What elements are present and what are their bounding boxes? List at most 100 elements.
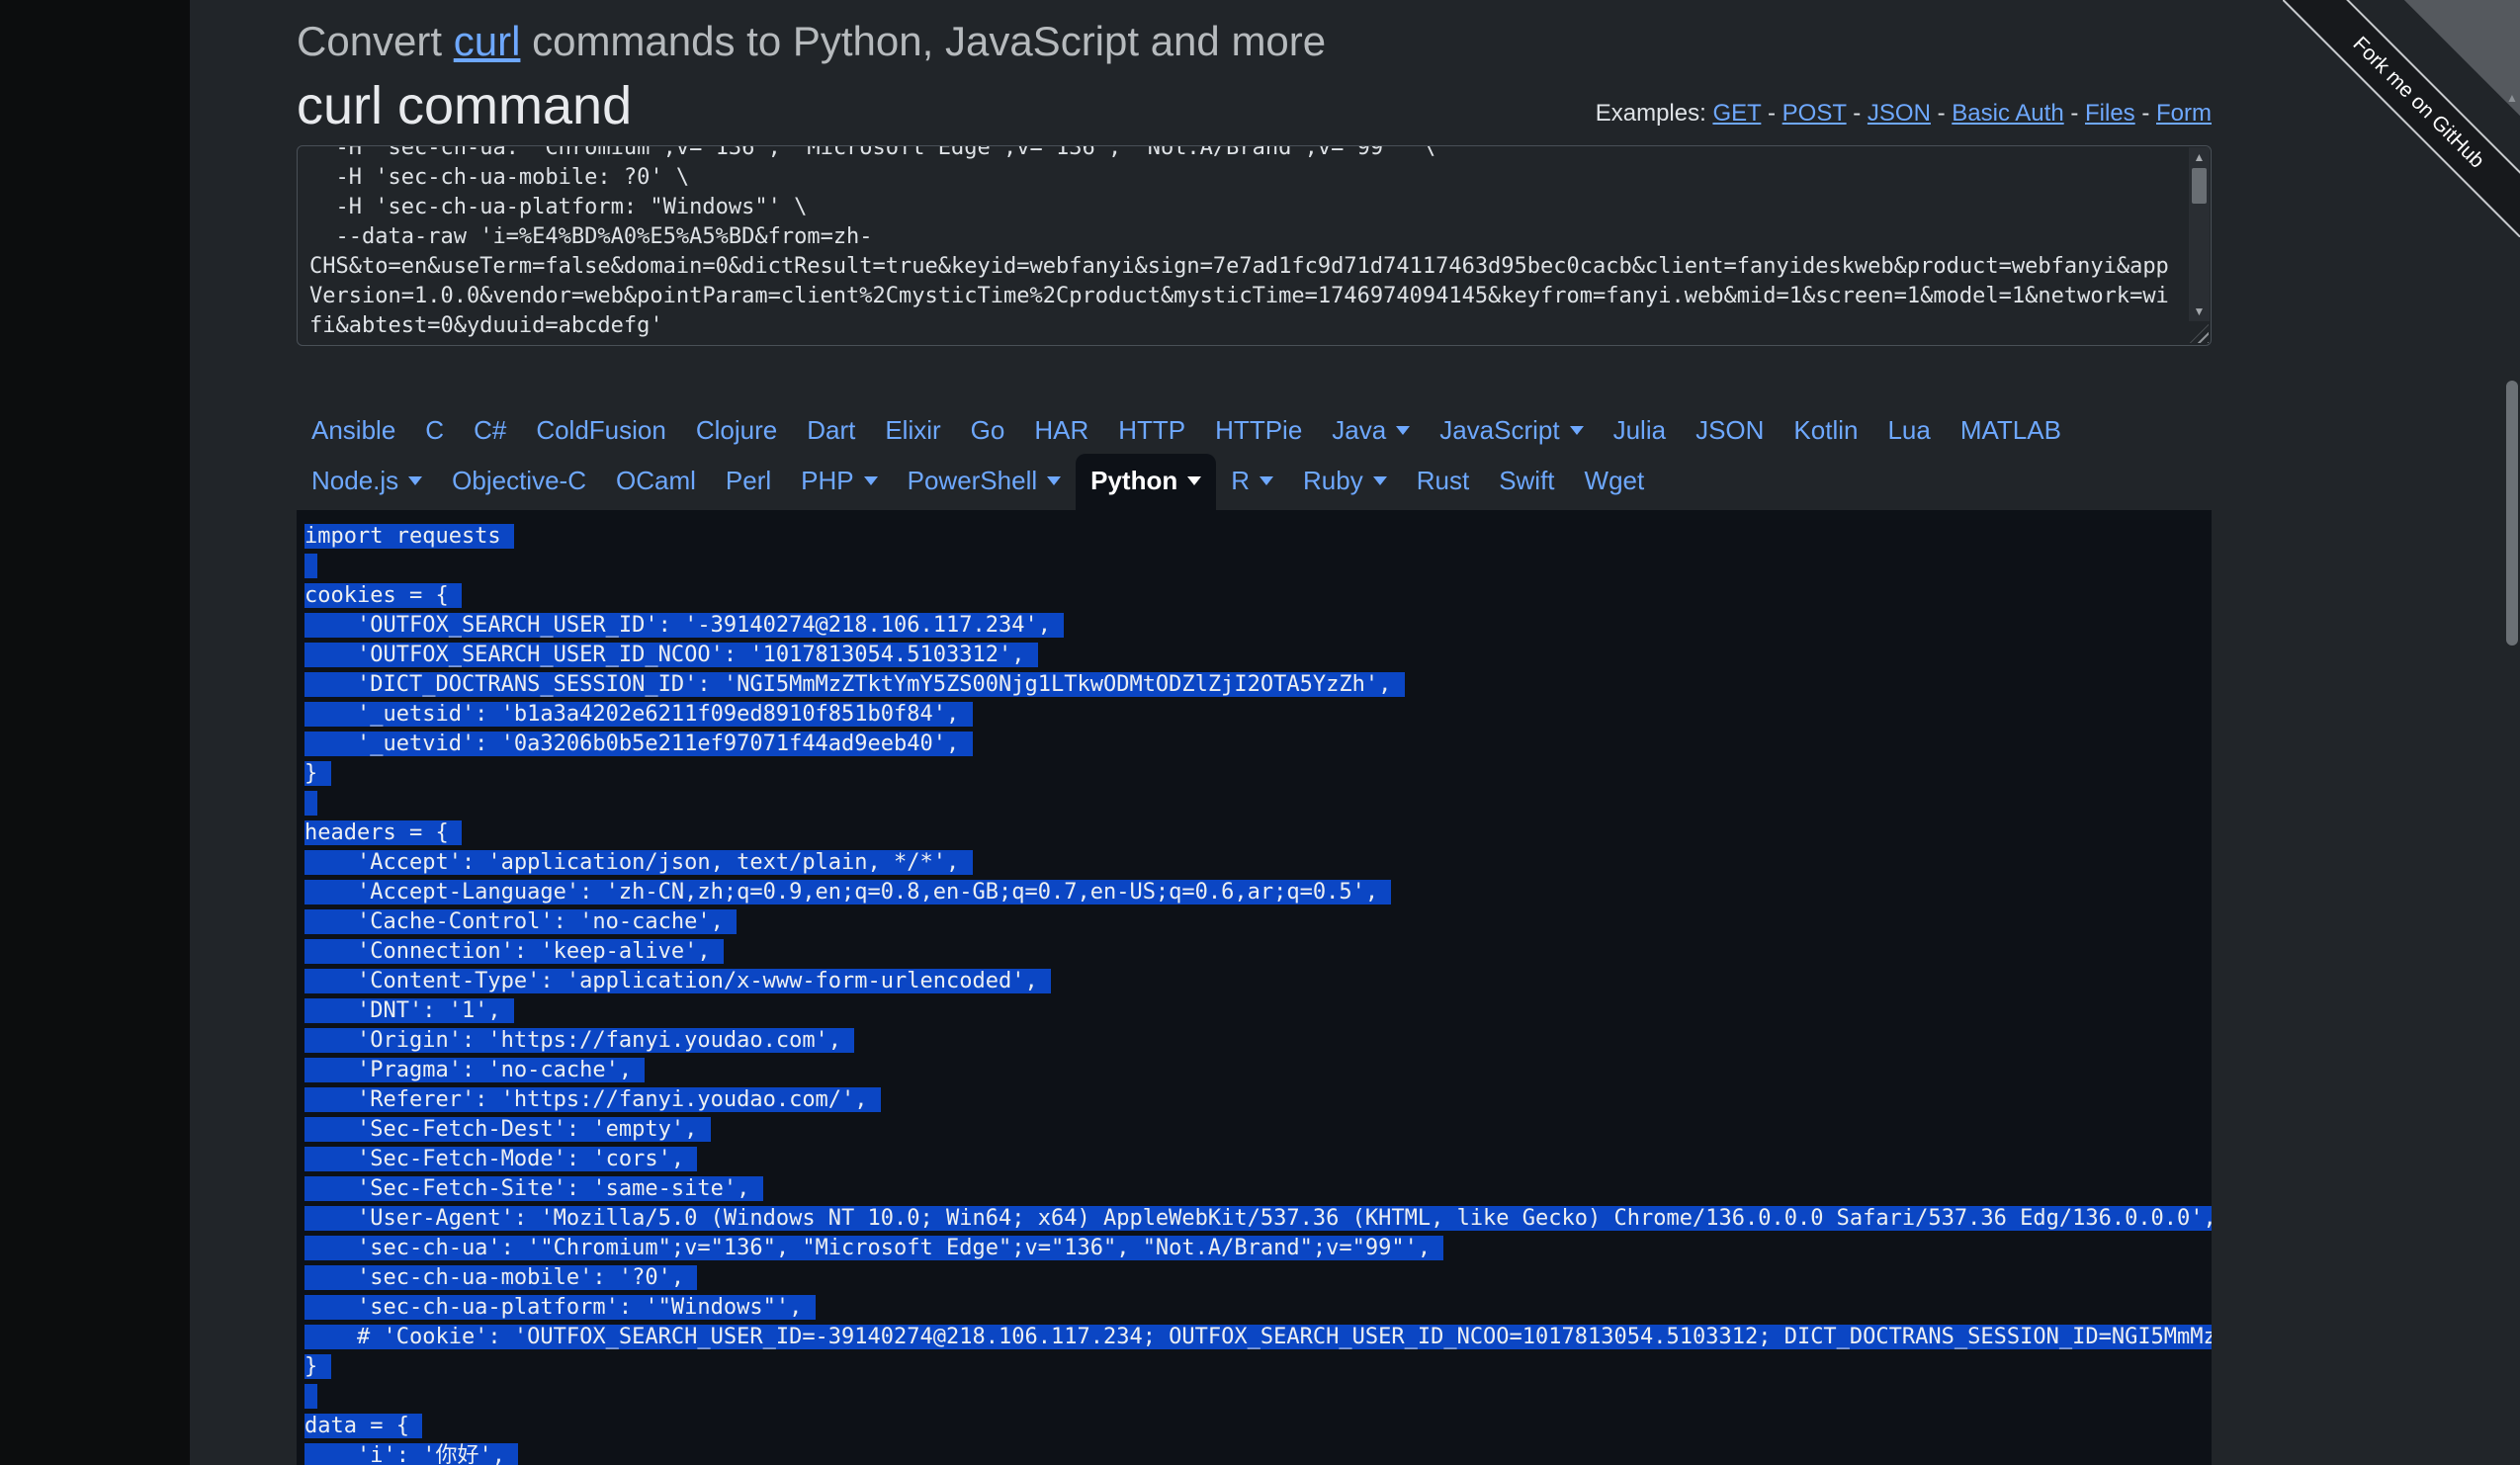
tab-ruby[interactable]: Ruby (1288, 454, 1402, 510)
code-line: 'Content-Type': 'application/x-www-form-… (304, 967, 2212, 996)
tab-http[interactable]: HTTP (1103, 407, 1200, 454)
code-line: 'sec-ch-ua-platform': '"Windows"', (304, 1293, 2212, 1323)
code-line: 'DICT_DOCTRANS_SESSION_ID': 'NGI5MmMzZTk… (304, 670, 2212, 700)
tab-label: JavaScript (1439, 415, 1559, 446)
tab-java[interactable]: Java (1317, 407, 1425, 454)
tab-kotlin[interactable]: Kotlin (1779, 407, 1872, 454)
curl-input[interactable]: -H 'sec-ch-ua: "Chromium";v="136", "Micr… (297, 145, 2212, 346)
scroll-up-icon[interactable]: ▲ (2189, 147, 2210, 167)
page-title: Convert curl commands to Python, JavaScr… (297, 16, 2212, 68)
chevron-down-icon (1187, 476, 1201, 485)
code-line: 'OUTFOX_SEARCH_USER_ID_NCOO': '101781305… (304, 641, 2212, 670)
code-output[interactable]: import requests cookies = { 'OUTFOX_SEAR… (297, 510, 2212, 1465)
tab-label: Go (971, 415, 1005, 446)
tab-powershell[interactable]: PowerShell (893, 454, 1077, 510)
code-line: '_uetvid': '0a3206b0b5e211ef97071f44ad9e… (304, 730, 2212, 759)
tab-label: Swift (1499, 466, 1554, 496)
chevron-down-icon (1047, 476, 1061, 485)
tab-label: Java (1332, 415, 1386, 446)
tab-c[interactable]: C# (459, 407, 521, 454)
tab-label: MATLAB (1960, 415, 2061, 446)
tab-ansible[interactable]: Ansible (297, 407, 410, 454)
tab-label: OCaml (616, 466, 696, 496)
example-link-json[interactable]: JSON (1868, 100, 1931, 127)
tab-node-js[interactable]: Node.js (297, 454, 437, 510)
code-line (304, 1382, 2212, 1412)
fork-ribbon[interactable]: Fork me on GitHub (2283, 0, 2520, 237)
page-scroll-up-icon[interactable]: ▲ (2505, 89, 2519, 107)
code-line: 'Sec-Fetch-Dest': 'empty', (304, 1115, 2212, 1145)
code-line: 'sec-ch-ua': '"Chromium";v="136", "Micro… (304, 1234, 2212, 1263)
examples: Examples: GET - POST - JSON - Basic Auth… (1596, 100, 2212, 128)
code-line: 'Sec-Fetch-Site': 'same-site', (304, 1174, 2212, 1204)
code-line: 'Pragma': 'no-cache', (304, 1056, 2212, 1085)
tab-javascript[interactable]: JavaScript (1425, 407, 1598, 454)
page-title-prefix: Convert (297, 18, 454, 64)
tab-httpie[interactable]: HTTPie (1200, 407, 1317, 454)
tab-lua[interactable]: Lua (1872, 407, 1945, 454)
scroll-down-icon[interactable]: ▼ (2189, 302, 2210, 321)
code-line: } (304, 759, 2212, 789)
tab-label: HAR (1034, 415, 1088, 446)
curl-input-text[interactable]: -H 'sec-ch-ua: "Chromium";v="136", "Micr… (309, 146, 2177, 341)
tab-objective-c[interactable]: Objective-C (437, 454, 601, 510)
examples-label: Examples: (1596, 100, 1706, 127)
chevron-down-icon (408, 476, 422, 485)
tab-label: Clojure (696, 415, 777, 446)
tab-c[interactable]: C (410, 407, 459, 454)
tab-label: Elixir (885, 415, 940, 446)
language-tabs: AnsibleC C# ColdFusion Clojure Dart Elixir Go H… (297, 407, 2212, 510)
tab-har[interactable]: HAR (1019, 407, 1103, 454)
code-line: '_uetsid': 'b1a3a4202e6211f09ed8910f851b… (304, 700, 2212, 730)
chevron-down-icon (864, 476, 878, 485)
tab-label: PowerShell (908, 466, 1038, 496)
tab-php[interactable]: PHP (786, 454, 892, 510)
resize-grip-icon[interactable] (2190, 324, 2209, 343)
tab-rust[interactable]: Rust (1402, 454, 1484, 510)
example-link-form[interactable]: Form (2156, 100, 2212, 127)
tab-go[interactable]: Go (956, 407, 1020, 454)
curl-link[interactable]: curl (454, 18, 521, 64)
tab-ocaml[interactable]: OCaml (601, 454, 711, 510)
example-link-files[interactable]: Files (2085, 100, 2135, 127)
code-line: 'Origin': 'https://fanyi.youdao.com', (304, 1026, 2212, 1056)
tab-label: Objective-C (452, 466, 586, 496)
tab-clojure[interactable]: Clojure (681, 407, 792, 454)
code-line: 'User-Agent': 'Mozilla/5.0 (Windows NT 1… (304, 1204, 2212, 1234)
tab-label: ColdFusion (536, 415, 666, 446)
curl-input-scrollbar[interactable]: ▲ ▼ (2189, 147, 2210, 321)
example-link-basic-auth[interactable]: Basic Auth (1952, 100, 2063, 127)
tab-label: Perl (726, 466, 771, 496)
tab-label: Ruby (1303, 466, 1363, 496)
examples-separator: - (1931, 100, 1952, 127)
tab-wget[interactable]: Wget (1570, 454, 1660, 510)
tab-json[interactable]: JSON (1681, 407, 1779, 454)
tab-label: PHP (801, 466, 853, 496)
example-link-get[interactable]: GET (1712, 100, 1761, 127)
tab-perl[interactable]: Perl (711, 454, 786, 510)
code-line (304, 552, 2212, 581)
page-scrollbar-thumb[interactable] (2506, 381, 2518, 646)
tab-elixir[interactable]: Elixir (870, 407, 955, 454)
code-line: 'Accept': 'application/json, text/plain,… (304, 848, 2212, 878)
tab-python[interactable]: Python (1076, 454, 1216, 510)
code-line: 'Cache-Control': 'no-cache', (304, 907, 2212, 937)
tab-coldfusion[interactable]: ColdFusion (521, 407, 681, 454)
tab-julia[interactable]: Julia (1599, 407, 1681, 454)
scrollbar-thumb[interactable] (2192, 168, 2207, 204)
tab-label: Rust (1417, 466, 1469, 496)
code-line: headers = { (304, 819, 2212, 848)
tab-matlab[interactable]: MATLAB (1946, 407, 2076, 454)
tab-swift[interactable]: Swift (1484, 454, 1569, 510)
tab-dart[interactable]: Dart (792, 407, 870, 454)
code-line: 'Accept-Language': 'zh-CN,zh;q=0.9,en;q=… (304, 878, 2212, 907)
chevron-down-icon (1396, 426, 1410, 435)
page-title-suffix: commands to Python, JavaScript and more (520, 18, 1326, 64)
examples-separator: - (2135, 100, 2156, 127)
code-line: } (304, 1352, 2212, 1382)
tab-r[interactable]: R (1216, 454, 1288, 510)
example-link-post[interactable]: POST (1782, 100, 1847, 127)
examples-separator: - (1761, 100, 1781, 127)
tab-label: C# (474, 415, 506, 446)
page-heading: curl command (297, 74, 632, 138)
